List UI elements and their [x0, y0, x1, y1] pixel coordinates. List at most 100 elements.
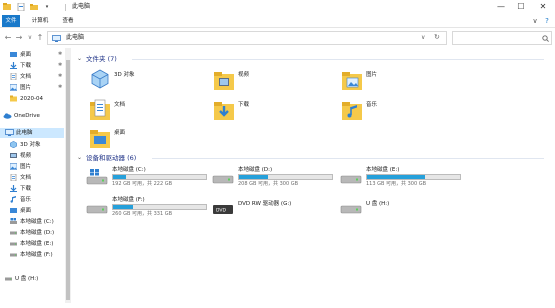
chevron-down-icon[interactable]: ⌄: [77, 154, 82, 161]
folder-name: 音乐: [366, 102, 378, 108]
desktop-folder-icon: [90, 130, 110, 148]
navigation-pane: 桌面 ✱ 下载 ✱ 文档 ✱ 图片 ✱ 2020-04 OneDrive 此电脑…: [0, 48, 72, 308]
cube-folder-icon: [91, 69, 109, 89]
sidebar-item-usb-h[interactable]: U 盘 (H:): [0, 274, 64, 284]
sidebar-item-this-pc[interactable]: 此电脑: [0, 128, 64, 138]
folder-name: 桌面: [114, 130, 126, 136]
back-button[interactable]: ←: [3, 33, 13, 43]
video-icon: [10, 153, 17, 158]
sidebar-item-label: 桌面: [20, 52, 32, 58]
drive-name: 本地磁盘 (D:): [238, 167, 273, 173]
drive-tile-f[interactable]: 本地磁盘 (F:) 260 GB 可用，共 331 GB: [86, 196, 207, 220]
sidebar-item-label: 视频: [20, 153, 32, 159]
chevron-down-icon[interactable]: ⌄: [77, 55, 82, 62]
drive-usage-fill: [239, 175, 268, 179]
folder-tile-documents[interactable]: 文档: [88, 98, 208, 128]
sidebar-item-documents[interactable]: 文档: [0, 173, 64, 183]
tab-computer[interactable]: 计算机: [28, 15, 52, 27]
sidebar-item-drive-d[interactable]: 本地磁盘 (D:): [0, 228, 64, 238]
sidebar-item-label: 本地磁盘 (C:): [20, 219, 54, 225]
new-folder-icon[interactable]: [30, 3, 38, 11]
drive-tile-g[interactable]: DVD DVD RW 驱动器 (G:): [212, 196, 332, 220]
sidebar-item-drive-f[interactable]: 本地磁盘 (F:): [0, 250, 64, 260]
drive-name: DVD RW 驱动器 (G:): [238, 201, 292, 207]
folder-tile-music[interactable]: 音乐: [340, 98, 460, 128]
drive-tile-c[interactable]: 本地磁盘 (C:) 192 GB 可用，共 222 GB: [86, 166, 207, 190]
music-folder-icon: [342, 102, 362, 120]
folder-tile-pictures[interactable]: 图片: [340, 68, 460, 98]
sidebar-item-desktop[interactable]: 桌面: [0, 206, 64, 216]
sidebar-scrollbar-thumb[interactable]: [66, 60, 70, 300]
sidebar-item-label: 本地磁盘 (D:): [20, 230, 55, 236]
download-folder-icon: [214, 102, 234, 120]
sidebar-item-pictures[interactable]: 图片: [0, 162, 64, 172]
sidebar-item-pictures-pinned[interactable]: 图片 ✱: [0, 83, 64, 93]
tab-view[interactable]: 查看: [60, 15, 76, 27]
sidebar-item-videos[interactable]: 视频: [0, 151, 64, 161]
minimize-button[interactable]: —: [493, 1, 509, 13]
title-bar: ▾ 此电脑 — ☐ ✕: [0, 0, 555, 15]
drive-free-space: 192 GB 可用，共 222 GB: [112, 181, 173, 187]
quick-access-dropdown[interactable]: ▾: [42, 1, 52, 13]
window-title: 此电脑: [72, 3, 91, 10]
drive-tile-e[interactable]: 本地磁盘 (E:) 113 GB 可用，共 300 GB: [340, 166, 461, 190]
drives-group-header[interactable]: ⌄ 设备和驱动器 (6): [72, 153, 552, 163]
sidebar-item-label: 图片: [20, 164, 32, 170]
sidebar-item-label: 文档: [20, 175, 32, 181]
close-button[interactable]: ✕: [535, 1, 551, 13]
address-path: 此电脑: [66, 34, 85, 41]
drive-usage-fill: [367, 175, 425, 179]
sidebar-item-3d-objects[interactable]: 3D 对象: [0, 140, 64, 150]
cube-icon: [10, 141, 17, 148]
explorer-icon[interactable]: [3, 3, 11, 11]
refresh-button[interactable]: ↻: [434, 33, 440, 41]
sidebar-item-drive-e[interactable]: 本地磁盘 (E:): [0, 239, 64, 249]
drive-name: 本地磁盘 (F:): [112, 197, 145, 203]
folder-tile-3d-objects[interactable]: 3D 对象: [88, 68, 208, 98]
drive-tile-h[interactable]: U 盘 (H:): [340, 196, 460, 220]
sidebar-item-label: 此电脑: [16, 130, 33, 136]
properties-icon[interactable]: [17, 3, 25, 11]
sidebar-item-documents-pinned[interactable]: 文档 ✱: [0, 72, 64, 82]
folder-tile-downloads[interactable]: 下载: [212, 98, 332, 128]
desktop-icon: [10, 52, 17, 57]
maximize-button[interactable]: ☐: [513, 1, 529, 13]
content-area: ⌄ 文件夹 (7) 3D 对象 视频 图片 文档 下载 音乐 桌面 ⌄ 设备和驱…: [72, 48, 555, 308]
sidebar-item-drive-c[interactable]: 本地磁盘 (C:): [0, 217, 64, 227]
sidebar-item-onedrive[interactable]: OneDrive: [0, 111, 64, 121]
sidebar-item-downloads-pinned[interactable]: 下载 ✱: [0, 61, 64, 71]
drive-usage-fill: [113, 205, 133, 209]
forward-button[interactable]: →: [14, 33, 24, 43]
folder-tile-desktop[interactable]: 桌面: [88, 126, 208, 156]
group-divider: [132, 59, 544, 60]
recent-locations-button[interactable]: ∨: [25, 33, 35, 43]
ribbon-collapse-button[interactable]: ∨: [530, 16, 540, 26]
computer-icon: [5, 129, 14, 136]
usb-drive-icon: [340, 205, 362, 214]
sidebar-item-music[interactable]: 音乐: [0, 195, 64, 205]
address-dropdown-button[interactable]: ∨: [421, 34, 425, 41]
pin-icon: ✱: [58, 73, 63, 79]
search-icon: [542, 35, 549, 42]
sidebar-item-label: U 盘 (H:): [15, 276, 39, 282]
address-bar[interactable]: 此电脑 ∨ ↻: [47, 31, 447, 45]
help-button[interactable]: ?: [542, 16, 552, 26]
drive-name: U 盘 (H:): [366, 201, 390, 207]
sidebar-item-2020-04[interactable]: 2020-04: [0, 94, 64, 104]
drive-free-space: 208 GB 可用，共 300 GB: [238, 181, 299, 187]
drive-icon: [10, 242, 17, 246]
picture-icon: [10, 84, 17, 91]
drive-icon: [10, 253, 17, 257]
windows-drive-icon: [86, 169, 108, 185]
folder-tile-videos[interactable]: 视频: [212, 68, 332, 98]
picture-icon: [10, 163, 17, 170]
tab-file[interactable]: 文件: [2, 15, 20, 27]
sidebar-item-downloads[interactable]: 下载: [0, 184, 64, 194]
drive-tile-d[interactable]: 本地磁盘 (D:) 208 GB 可用，共 300 GB: [212, 166, 333, 190]
sidebar-item-desktop-pinned[interactable]: 桌面 ✱: [0, 50, 64, 60]
folders-group-header[interactable]: ⌄ 文件夹 (7): [72, 54, 552, 64]
folder-name: 3D 对象: [114, 72, 135, 78]
up-button[interactable]: ↑: [35, 33, 45, 43]
search-input[interactable]: [452, 31, 552, 45]
download-icon: [10, 185, 17, 192]
